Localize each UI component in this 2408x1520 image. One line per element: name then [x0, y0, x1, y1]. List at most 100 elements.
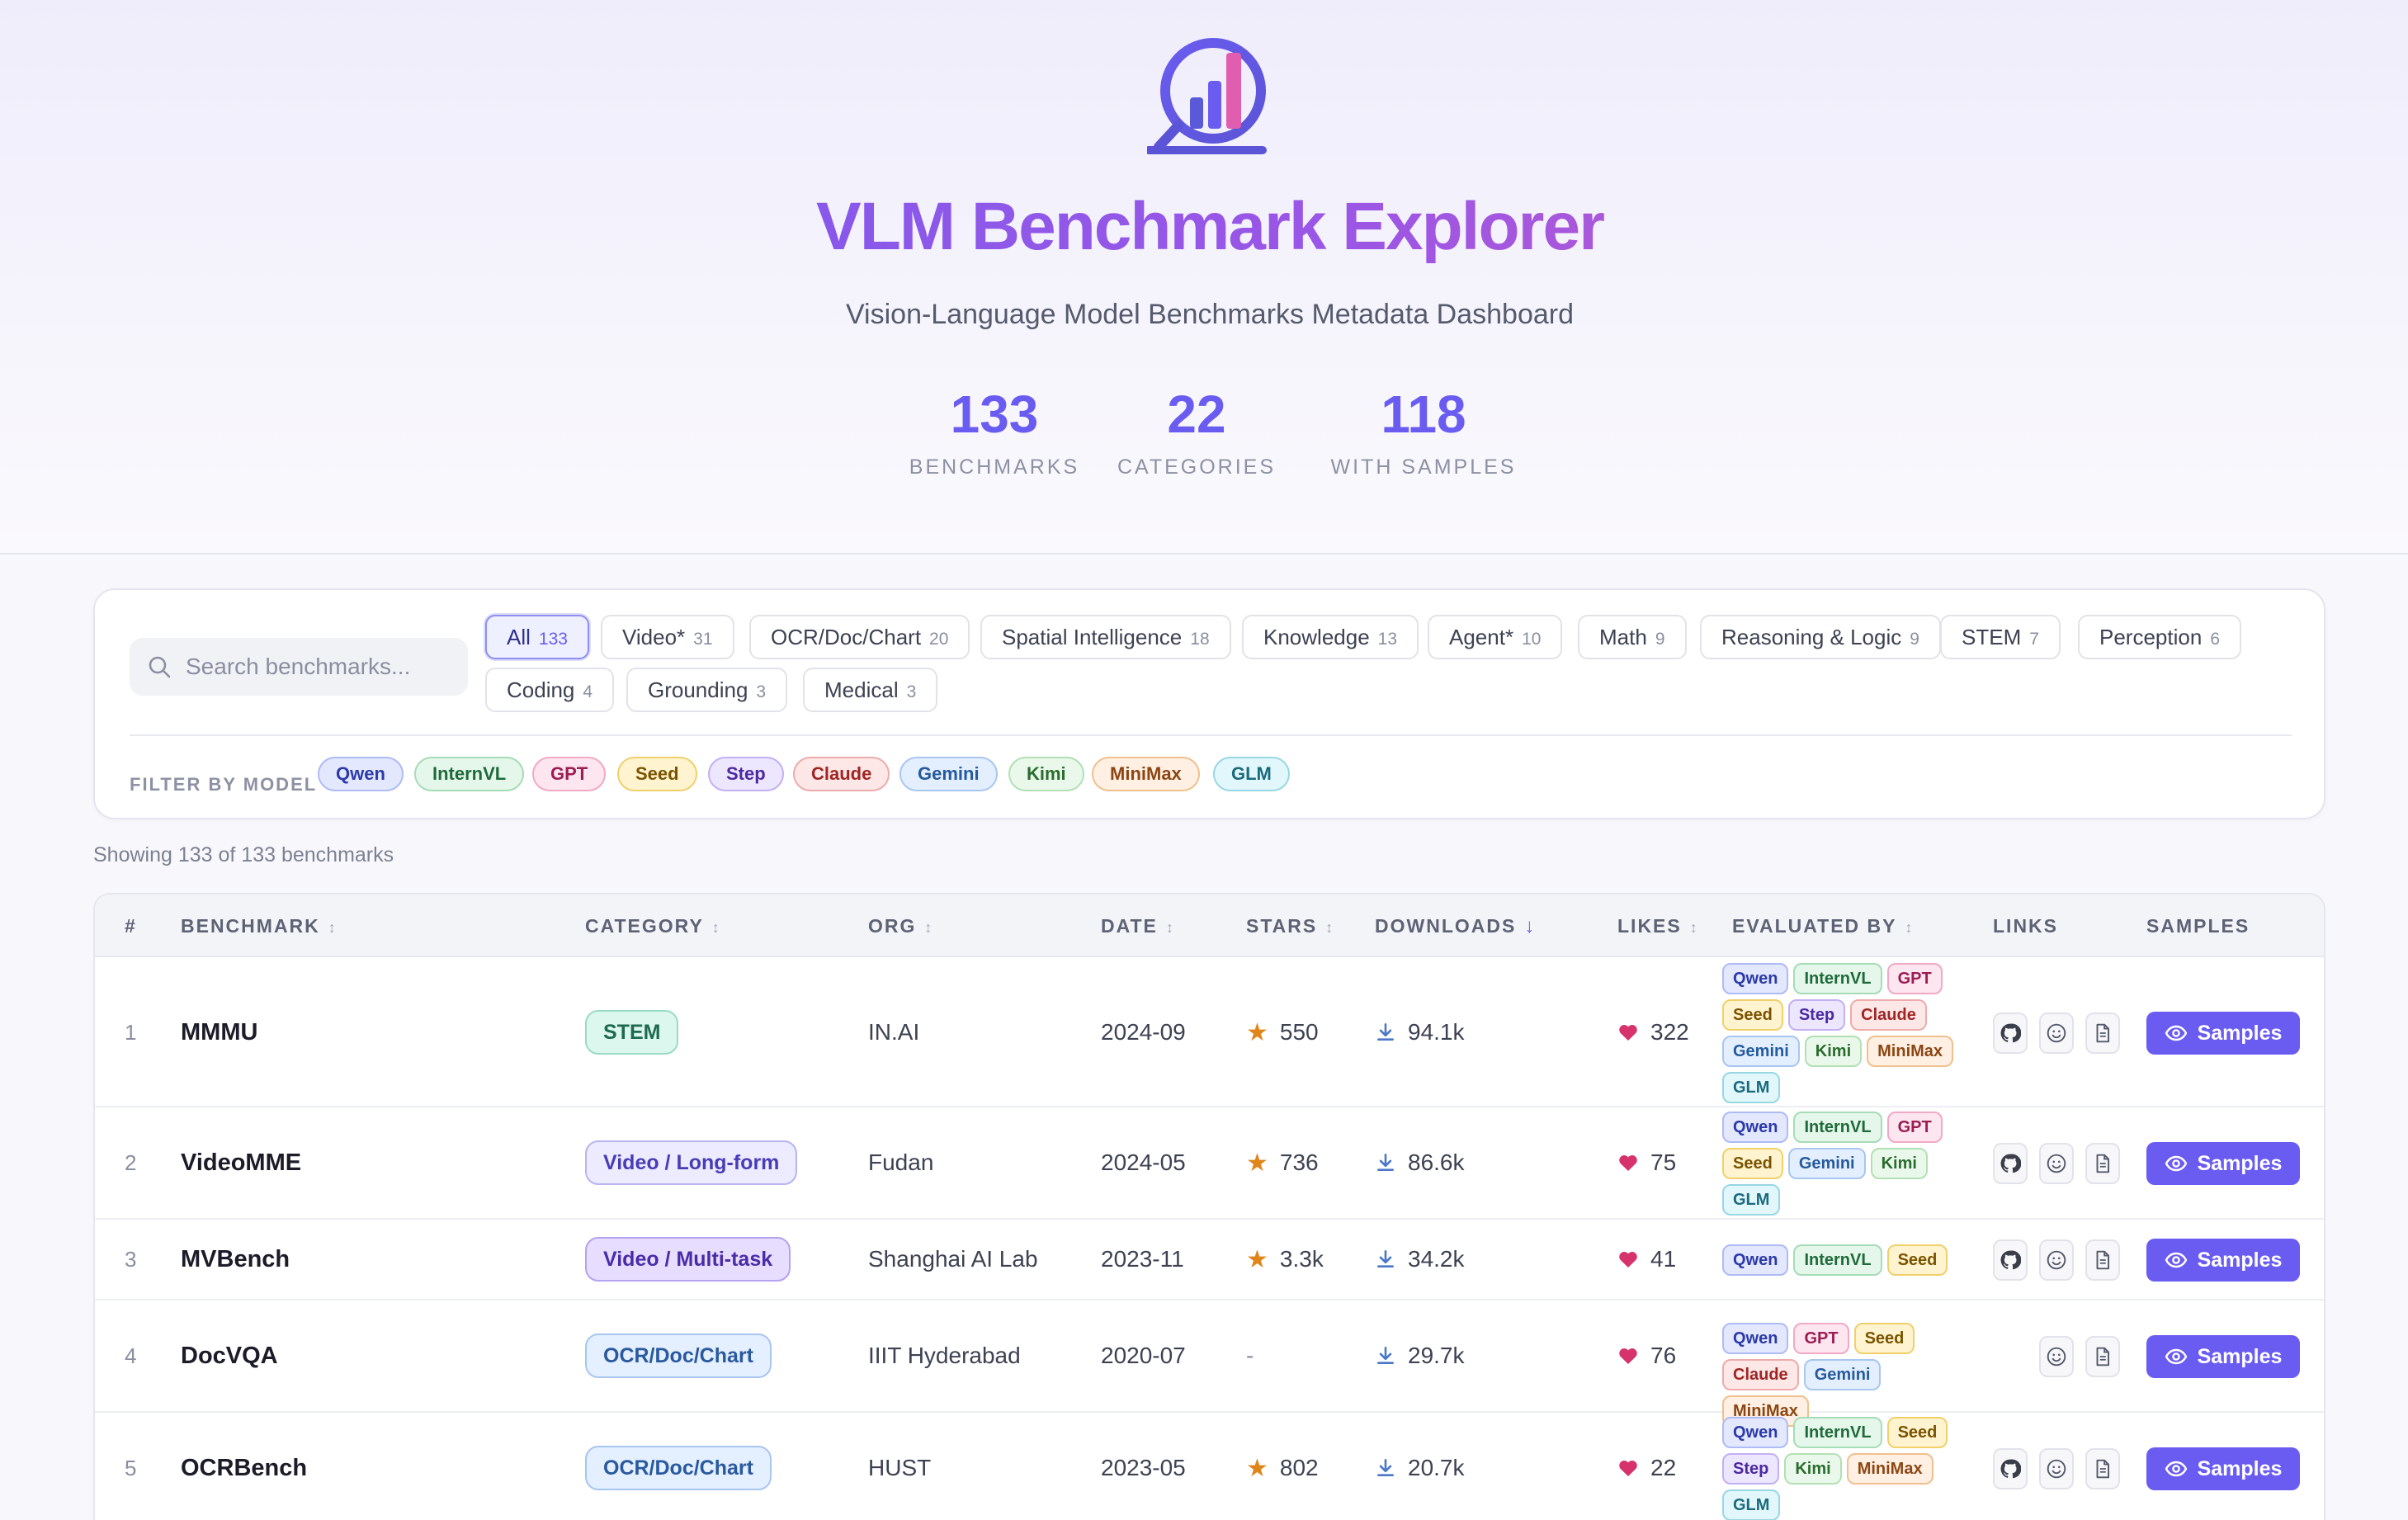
links-cell — [1993, 1107, 2120, 1218]
downloads-value: 94.1k — [1408, 1019, 1465, 1045]
links-cell — [1993, 1300, 2120, 1411]
samples-button[interactable]: Samples — [2146, 1447, 2300, 1490]
samples-button[interactable]: Samples — [2146, 1142, 2300, 1185]
model-chip-gpt[interactable]: GPT — [532, 757, 607, 791]
benchmark-name-cell[interactable]: VideoMME — [181, 1107, 301, 1218]
table-row[interactable]: 2 VideoMME Video / Long-form Fudan 2024-05 ★ 7… — [95, 1107, 2324, 1220]
paper-link-button[interactable] — [2085, 1239, 2120, 1281]
paper-link-button[interactable] — [2085, 1013, 2120, 1054]
category-chip-video[interactable]: Video* 31 — [601, 615, 734, 659]
github-link-button[interactable] — [1993, 1239, 2028, 1281]
category-chip-spatial-intelligence[interactable]: Spatial Intelligence 18 — [980, 615, 1231, 659]
column-header-downloads[interactable]: DOWNLOADS ↓ — [1375, 895, 1534, 958]
paper-link-button[interactable] — [2085, 1143, 2120, 1184]
model-chip-step[interactable]: Step — [708, 757, 784, 791]
evaluated-by-tags: Qwen InternVL Seed Step Kimi MiniMax GLM — [1722, 1417, 1970, 1520]
date-cell: 2024-05 — [1101, 1107, 1186, 1218]
model-chip-kimi[interactable]: Kimi — [1008, 757, 1084, 791]
sort-icon[interactable]: ↕ — [1690, 919, 1697, 936]
samples-button[interactable]: Samples — [2146, 1239, 2300, 1282]
table-row[interactable]: 1 MMMU STEM IN.AI 2024-09 ★ 550 94.1k 322 Qwen Int… — [95, 959, 2324, 1107]
table-row[interactable]: 3 MVBench Video / Multi-task Shanghai AI La… — [95, 1220, 2324, 1300]
download-icon — [1377, 1153, 1394, 1171]
samples-button[interactable]: Samples — [2146, 1335, 2300, 1378]
category-chip-count: 31 — [693, 630, 713, 649]
results-count: Showing 133 of 133 benchmarks — [93, 843, 394, 866]
date-cell: 2020-07 — [1101, 1300, 1186, 1411]
category-chip-grounding[interactable]: Grounding 3 — [626, 668, 788, 712]
search-input[interactable] — [186, 646, 458, 687]
sort-desc-icon[interactable]: ↓ — [1524, 915, 1534, 937]
huggingface-link-button[interactable] — [2039, 1336, 2074, 1377]
search-box[interactable] — [130, 638, 468, 696]
table-row[interactable]: 4 DocVQA OCR/Doc/Chart IIIT Hyderabad 2020-0… — [95, 1300, 2324, 1427]
category-chip-medical[interactable]: Medical 3 — [803, 668, 938, 712]
category-chip-ocr-doc-chart[interactable]: OCR/Doc/Chart 20 — [749, 615, 970, 659]
model-chip-claude[interactable]: Claude — [793, 757, 890, 791]
huggingface-link-button[interactable] — [2039, 1448, 2074, 1489]
paper-link-button[interactable] — [2085, 1336, 2120, 1377]
column-header-likes[interactable]: LIKES ↕ — [1617, 895, 1697, 959]
category-chip-coding[interactable]: Coding 4 — [485, 668, 615, 712]
column-header-label: LINKS — [1993, 915, 2058, 937]
download-icon — [1377, 1249, 1394, 1267]
star-icon: ★ — [1246, 1149, 1268, 1177]
samples-button[interactable]: Samples — [2146, 1012, 2300, 1055]
category-chip-label: Video* — [622, 625, 686, 649]
github-link-button[interactable] — [1993, 1448, 2028, 1489]
sort-icon[interactable]: ↕ — [1166, 919, 1173, 936]
benchmark-name-cell[interactable]: MMMU — [181, 959, 257, 1106]
sort-icon[interactable]: ↕ — [1905, 919, 1913, 936]
column-header-org[interactable]: ORG ↕ — [868, 895, 932, 959]
model-chip-minimax[interactable]: MiniMax — [1092, 757, 1200, 791]
column-header-date[interactable]: DATE ↕ — [1101, 895, 1173, 959]
paper-link-button[interactable] — [2085, 1448, 2120, 1489]
rank-cell-value: 3 — [125, 1246, 137, 1272]
model-chip-internvl[interactable]: InternVL — [414, 757, 525, 791]
huggingface-link-button[interactable] — [2039, 1013, 2074, 1054]
benchmarks-table: # BENCHMARK ↕ CATEGORY ↕ ORG ↕ DATE ↕ STARS ↕ DOWNL… — [93, 893, 2325, 1520]
benchmark-name-cell[interactable]: DocVQA — [181, 1300, 278, 1411]
model-tag-internvl: InternVL — [1793, 1112, 1882, 1143]
model-chip-seed[interactable]: Seed — [617, 757, 697, 791]
sort-icon[interactable]: ↕ — [1325, 919, 1333, 936]
model-tag-qwen: Qwen — [1722, 1417, 1789, 1448]
sort-icon[interactable]: ↕ — [328, 919, 336, 936]
column-header-evaluated-by[interactable]: EVALUATED BY ↕ — [1732, 895, 1913, 959]
sort-icon[interactable]: ↕ — [712, 919, 720, 936]
model-chip-glm[interactable]: GLM — [1213, 757, 1290, 791]
category-chip-count: 7 — [2029, 630, 2039, 649]
org-cell-value: IIIT Hyderabad — [868, 1343, 1021, 1368]
category-chip-math[interactable]: Math 9 — [1578, 615, 1687, 659]
category-badge: Video / Long-form — [585, 1140, 798, 1185]
table-row[interactable]: 5 OCRBench OCR/Doc/Chart HUST 2023-05 ★ 802 20.… — [95, 1413, 2324, 1520]
org-cell-value: Shanghai AI Lab — [868, 1246, 1038, 1272]
model-chip-qwen[interactable]: Qwen — [318, 757, 404, 791]
category-chip-stem[interactable]: STEM 7 — [1940, 615, 2061, 659]
huggingface-link-button[interactable] — [2039, 1143, 2074, 1184]
model-tag-seed: Seed — [1886, 1244, 1948, 1276]
github-link-button[interactable] — [1993, 1143, 2028, 1184]
category-chip-perception[interactable]: Perception 6 — [2078, 615, 2241, 659]
category-chip-reasoning-logic[interactable]: Reasoning & Logic 9 — [1700, 615, 1941, 659]
category-badge: OCR/Doc/Chart — [585, 1334, 772, 1378]
benchmark-name-cell[interactable]: OCRBench — [181, 1413, 307, 1520]
column-header-benchmark[interactable]: BENCHMARK ↕ — [181, 895, 336, 959]
model-chip-gemini[interactable]: Gemini — [899, 757, 998, 791]
column-header-stars[interactable]: STARS ↕ — [1246, 895, 1333, 959]
stars-value: 550 — [1279, 1019, 1319, 1045]
stat-value: 22 — [1167, 385, 1226, 444]
github-link-button[interactable] — [1993, 1013, 2028, 1054]
benchmark-name-cell[interactable]: MVBench — [181, 1220, 290, 1299]
category-chip-all[interactable]: All 133 — [485, 615, 589, 659]
category-chip-label: Math — [1599, 625, 1647, 649]
category-cell: OCR/Doc/Chart — [585, 1413, 772, 1520]
model-tag-seed: Seed — [1886, 1417, 1948, 1448]
category-chip-agent[interactable]: Agent* 10 — [1428, 615, 1563, 659]
category-chip-knowledge[interactable]: Knowledge 13 — [1242, 615, 1419, 659]
sort-icon[interactable]: ↕ — [924, 919, 932, 936]
huggingface-link-button[interactable] — [2039, 1239, 2074, 1281]
likes-cell: 76 — [1617, 1300, 1676, 1411]
heart-icon — [1619, 1348, 1637, 1364]
column-header-category[interactable]: CATEGORY ↕ — [585, 895, 720, 959]
